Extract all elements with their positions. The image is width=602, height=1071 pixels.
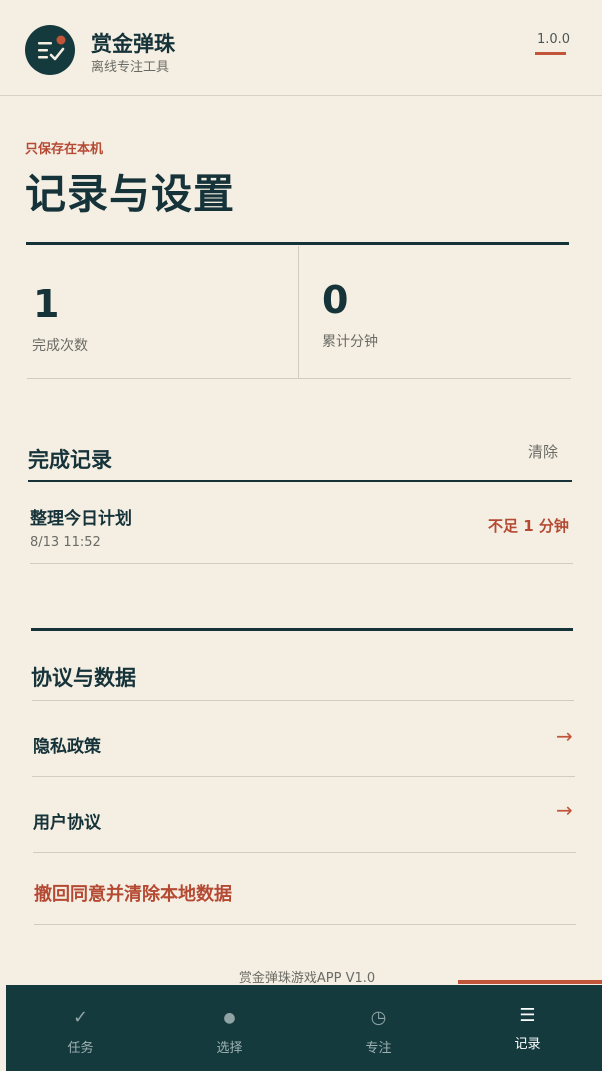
check-icon: ✓	[72, 1007, 89, 1028]
stat-label: 完成次数	[32, 338, 88, 354]
stat-value: 1	[33, 282, 60, 326]
tab-label: 选择	[216, 1041, 243, 1056]
arrow-right-icon[interactable]: →	[556, 798, 573, 822]
app-title: 赏金弹珠	[91, 32, 175, 56]
title-divider	[26, 242, 569, 245]
record-divider	[30, 563, 573, 564]
bottom-tab-bar: ✓ 任务 ● 选择 ◷ 专注 ☰ 记录	[6, 985, 602, 1071]
clear-records-button[interactable]: 清除	[528, 441, 558, 462]
records-section-title: 完成记录	[28, 448, 112, 472]
user-agreement-label[interactable]: 用户协议	[33, 808, 101, 833]
terms-divider	[33, 852, 576, 853]
app-logo-icon	[25, 25, 75, 75]
stat-minutes: 0 累计分钟	[299, 246, 571, 379]
app-header: 赏金弹珠 离线专注工具 1.0.0	[0, 0, 602, 96]
agreements-section-title: 协议与数据	[31, 666, 136, 690]
agreements-divider	[32, 700, 574, 701]
record-time: 8/13 11:52	[30, 535, 101, 550]
agreements-top-divider	[31, 628, 573, 631]
arrow-right-icon[interactable]: →	[556, 724, 573, 748]
privacy-divider	[32, 776, 575, 777]
clock-icon: ◷	[370, 1007, 387, 1028]
stats-panel: 1 完成次数 0 累计分钟	[27, 246, 571, 379]
tab-records[interactable]: ☰ 记录	[453, 985, 602, 1071]
tab-label: 记录	[514, 1037, 541, 1052]
record-title: 整理今日计划	[30, 509, 132, 529]
stat-value: 0	[322, 278, 349, 322]
stat-label: 累计分钟	[322, 334, 378, 350]
active-tab-indicator	[458, 980, 602, 984]
tab-label: 任务	[67, 1041, 94, 1056]
list-icon: ☰	[519, 1005, 536, 1026]
dot-icon: ●	[223, 1010, 236, 1026]
tab-focus[interactable]: ◷ 专注	[304, 985, 453, 1071]
privacy-policy-label[interactable]: 隐私政策	[33, 732, 101, 757]
tab-select[interactable]: ● 选择	[155, 985, 304, 1071]
version-label: 1.0.0	[537, 32, 571, 47]
page-title: 记录与设置	[25, 170, 235, 218]
stat-completions: 1 完成次数	[27, 246, 299, 379]
revoke-consent-button[interactable]: 撤回同意并清除本地数据	[34, 880, 232, 906]
records-divider	[28, 480, 572, 482]
tab-tasks[interactable]: ✓ 任务	[6, 985, 155, 1071]
record-status: 不足 1 分钟	[488, 517, 569, 535]
tab-label: 专注	[365, 1041, 392, 1056]
app-subtitle: 离线专注工具	[91, 60, 170, 75]
page-kicker: 只保存在本机	[25, 142, 104, 157]
revoke-divider	[34, 924, 576, 925]
version-underline	[535, 52, 566, 55]
